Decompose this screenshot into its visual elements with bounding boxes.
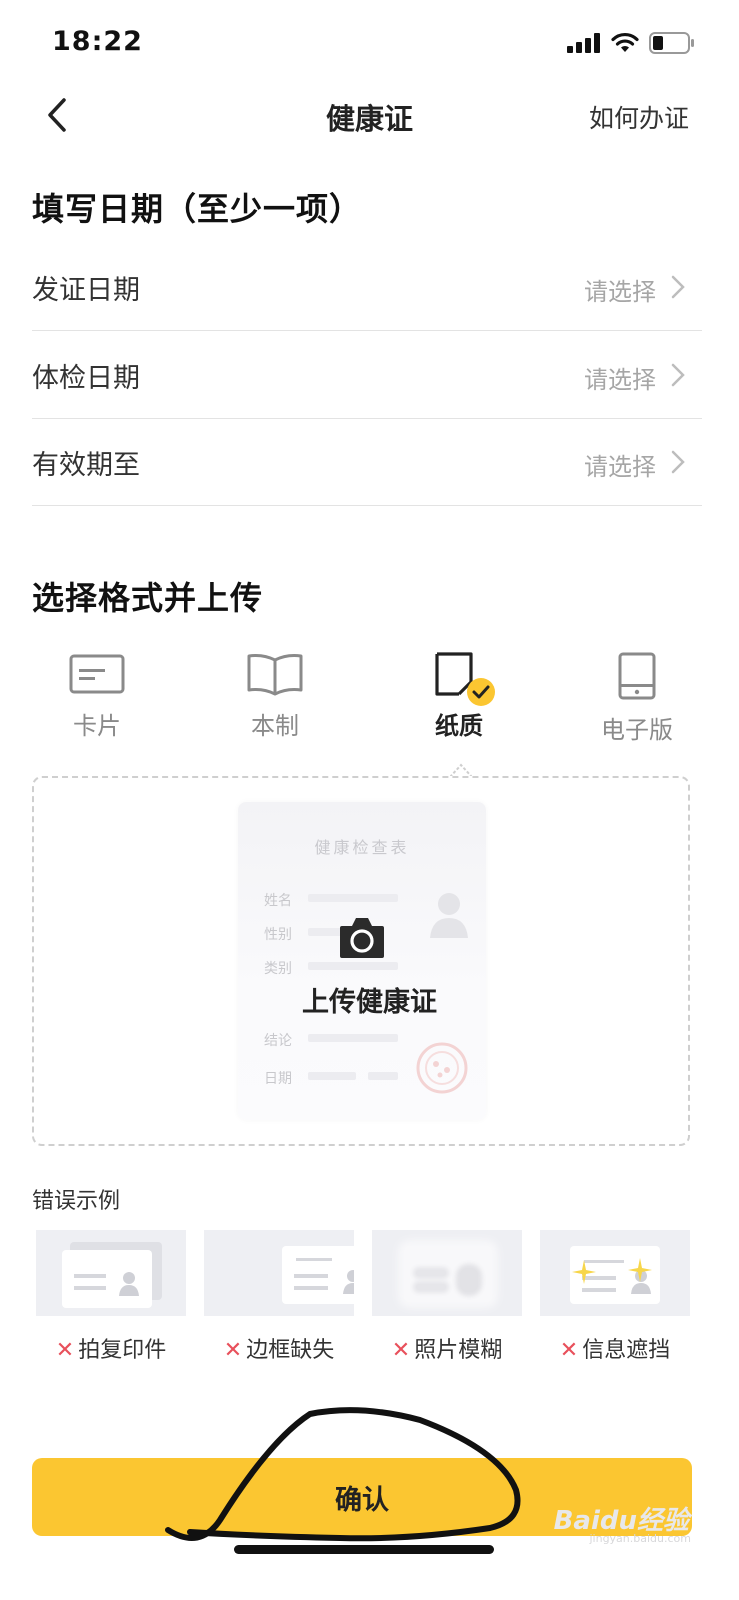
card-icon (69, 654, 125, 694)
row-value: 请选择 (584, 366, 656, 394)
doc-line (308, 894, 398, 902)
row-label: 发证日期 (32, 275, 140, 306)
date-row-issue[interactable]: 发证日期 请选择 (32, 242, 702, 331)
book-icon (247, 654, 303, 696)
example-label-blurry: ✕ 照片模糊 (391, 1338, 503, 1363)
tab-label: 本制 (251, 712, 299, 740)
portrait-icon (430, 893, 468, 938)
flare-icon (572, 1260, 596, 1284)
row-value: 请选择 (584, 453, 656, 481)
date-row-valid-until[interactable]: 有效期至 请选择 (32, 417, 702, 506)
doc-title: 健康检查表 (314, 838, 410, 857)
upload-label: 上传健康证 (302, 987, 437, 1018)
chevron-right-icon (671, 450, 685, 474)
tab-card[interactable]: 卡片 (22, 652, 172, 741)
example-obscured-image (540, 1230, 690, 1316)
doc-field: 类别 (264, 961, 292, 977)
doc-field: 日期 (264, 1071, 292, 1087)
annotation-circle (165, 1407, 521, 1542)
doc-field: 性别 (264, 927, 292, 943)
tab-label: 纸质 (435, 712, 483, 740)
doc-line (308, 1072, 356, 1080)
example-label-obscured: ✕ 信息遮挡 (559, 1338, 671, 1363)
example-blurry-image (372, 1230, 522, 1316)
status-time: 18:22 (52, 26, 143, 57)
doc-line (368, 1072, 398, 1080)
tab-electronic[interactable]: 电子版 (562, 652, 712, 745)
example-missing-border-image (204, 1230, 354, 1316)
tablet-icon (618, 652, 656, 700)
check-badge-icon (467, 678, 495, 706)
x-icon: ✕ (559, 1338, 579, 1363)
wifi-icon (611, 32, 639, 52)
how-to-apply-link[interactable]: 如何办证 (589, 99, 689, 135)
doc-field: 姓名 (264, 893, 292, 909)
sample-document: 健康检查表 姓名 性别 类别 结论 日期 (238, 802, 486, 1120)
stamp-icon (416, 1042, 468, 1094)
tab-book[interactable]: 本制 (200, 652, 350, 741)
doc-field: 结论 (264, 1033, 292, 1049)
doc-line (308, 1034, 398, 1042)
example-photocopy-image (36, 1230, 186, 1316)
watermark-url: jingyan.baidu.com (589, 1532, 691, 1545)
x-icon: ✕ (391, 1338, 411, 1363)
battery-icon (649, 32, 694, 54)
example-label-photocopy: ✕ 拍复印件 (55, 1338, 167, 1363)
home-indicator (234, 1545, 494, 1554)
chevron-right-icon (671, 275, 685, 299)
paper-icon (435, 652, 495, 706)
doc-line (308, 962, 398, 970)
x-icon: ✕ (223, 1338, 243, 1363)
camera-icon (340, 918, 384, 958)
example-label-missing-border: ✕ 边框缺失 (223, 1338, 335, 1363)
row-value: 请选择 (584, 278, 656, 306)
status-icons (567, 30, 695, 56)
x-icon: ✕ (55, 1338, 75, 1363)
tab-label: 电子版 (601, 716, 673, 744)
examples-title: 错误示例 (32, 1189, 121, 1214)
row-label: 有效期至 (32, 450, 140, 481)
tab-label: 卡片 (73, 712, 121, 740)
date-row-exam[interactable]: 体检日期 请选择 (32, 330, 702, 419)
dates-section-title: 填写日期（至少一项） (32, 190, 363, 228)
signal-icon (567, 33, 600, 53)
chevron-right-icon (671, 363, 685, 387)
row-label: 体检日期 (32, 363, 140, 394)
flare-icon (628, 1258, 652, 1282)
tab-paper[interactable]: 纸质 (384, 652, 534, 741)
format-section-title: 选择格式并上传 (32, 579, 264, 617)
